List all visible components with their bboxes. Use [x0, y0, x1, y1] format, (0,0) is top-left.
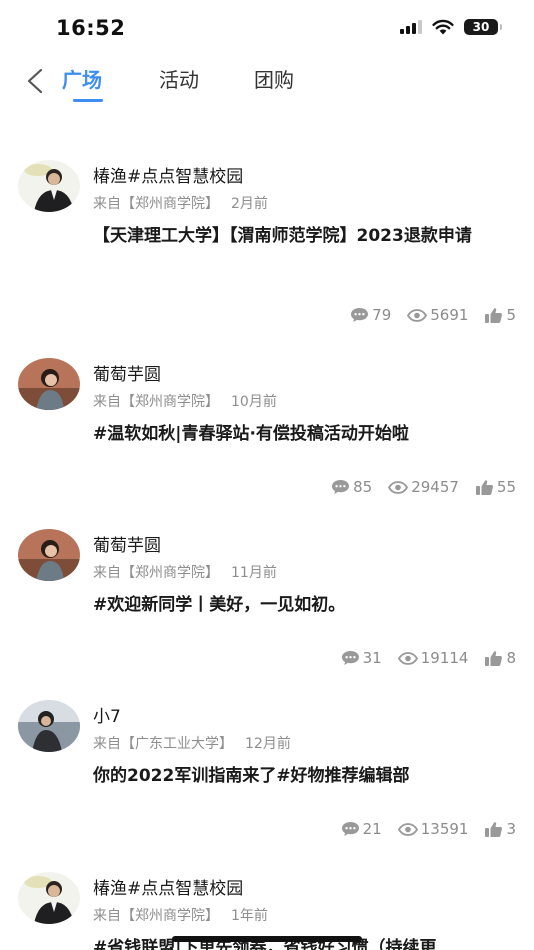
comment-icon: [341, 822, 359, 836]
thumbs-up-icon: [475, 479, 493, 495]
post-meta: 来自【郑州商学院】 11月前: [93, 562, 277, 582]
like-count[interactable]: 3: [484, 820, 516, 838]
post-card[interactable]: 小7 来自【广东工业大学】 12月前 你的2022军训指南来了#好物推荐编辑部 2…: [0, 700, 534, 850]
post-card[interactable]: 葡萄芋圆 来自【郑州商学院】 10月前 #温软如秋|青春驿站·有偿投稿活动开始啦 …: [0, 358, 534, 508]
post-author[interactable]: 小7: [93, 702, 121, 727]
post-meta: 来自【广东工业大学】 12月前: [93, 733, 291, 753]
avatar[interactable]: [18, 358, 80, 410]
top-nav: 广场 活动 团购: [0, 56, 534, 108]
wifi-icon: [432, 19, 454, 35]
eye-icon: [397, 651, 418, 665]
view-count: 19114: [397, 649, 468, 667]
tab-square[interactable]: 广场: [62, 64, 102, 93]
view-count: 5691: [407, 306, 468, 324]
post-meta: 来自【郑州商学院】 10月前: [93, 391, 277, 411]
comment-count[interactable]: 31: [341, 649, 382, 667]
view-count: 29457: [388, 478, 459, 496]
avatar[interactable]: [18, 529, 80, 581]
post-title[interactable]: 【天津理工大学】【渭南师范学院】2023退款申请: [93, 223, 518, 250]
status-time: 16:52: [56, 16, 126, 40]
post-author[interactable]: 葡萄芋圆: [93, 531, 161, 556]
tab-activities[interactable]: 活动: [159, 64, 199, 93]
post-author[interactable]: 椿渔#点点智慧校园: [93, 162, 243, 187]
like-count[interactable]: 55: [475, 478, 516, 496]
post-source: 来自【郑州商学院】: [93, 908, 219, 924]
home-indicator: [172, 936, 362, 942]
cellular-signal-icon: [400, 20, 422, 34]
thumbs-up-icon: [485, 821, 503, 837]
avatar[interactable]: [18, 872, 80, 924]
status-icons: 30: [400, 19, 502, 35]
post-source: 来自【郑州商学院】: [93, 196, 219, 212]
eye-icon: [397, 822, 418, 836]
comment-icon: [341, 651, 359, 665]
post-source: 来自【广东工业大学】: [93, 736, 233, 752]
battery-icon: 30: [464, 19, 502, 35]
comment-count[interactable]: 21: [341, 820, 382, 838]
post-card[interactable]: 椿渔#点点智慧校园 来自【郑州商学院】 2月前 【天津理工大学】【渭南师范学院】2…: [0, 160, 534, 330]
comment-icon: [351, 308, 369, 322]
post-meta: 来自【郑州商学院】 1年前: [93, 905, 268, 925]
tab-group-buy[interactable]: 团购: [254, 64, 294, 93]
comment-count[interactable]: 85: [331, 478, 372, 496]
active-tab-indicator: [73, 99, 103, 102]
view-count: 13591: [397, 820, 468, 838]
comment-icon: [332, 480, 350, 494]
post-time: 2月前: [231, 196, 268, 212]
post-stats: 21 13591 3: [341, 820, 516, 838]
post-stats: 79 5691 5: [350, 306, 516, 324]
post-stats: 31 19114 8: [341, 649, 516, 667]
like-count[interactable]: 8: [484, 649, 516, 667]
like-count[interactable]: 5: [484, 306, 516, 324]
post-title[interactable]: 你的2022军训指南来了#好物推荐编辑部: [93, 763, 518, 790]
post-time: 11月前: [231, 565, 277, 581]
post-title[interactable]: #欢迎新同学丨美好，一见如初。: [93, 592, 518, 619]
post-author[interactable]: 椿渔#点点智慧校园: [93, 874, 243, 899]
status-bar: 16:52 30: [0, 0, 534, 56]
post-time: 10月前: [231, 394, 277, 410]
post-time: 12月前: [245, 736, 291, 752]
post-title[interactable]: #温软如秋|青春驿站·有偿投稿活动开始啦: [93, 421, 518, 448]
avatar[interactable]: [18, 700, 80, 752]
comment-count[interactable]: 79: [350, 306, 391, 324]
post-author[interactable]: 葡萄芋圆: [93, 360, 161, 385]
post-time: 1年前: [231, 908, 268, 924]
post-stats: 85 29457 55: [331, 478, 516, 496]
post-source: 来自【郑州商学院】: [93, 394, 219, 410]
back-chevron-icon[interactable]: [24, 68, 46, 94]
post-card[interactable]: 葡萄芋圆 来自【郑州商学院】 11月前 #欢迎新同学丨美好，一见如初。 31 19…: [0, 529, 534, 679]
post-source: 来自【郑州商学院】: [93, 565, 219, 581]
eye-icon: [388, 480, 409, 494]
avatar[interactable]: [18, 160, 80, 212]
thumbs-up-icon: [485, 650, 503, 666]
thumbs-up-icon: [485, 307, 503, 323]
post-meta: 来自【郑州商学院】 2月前: [93, 193, 268, 213]
eye-icon: [407, 308, 428, 322]
